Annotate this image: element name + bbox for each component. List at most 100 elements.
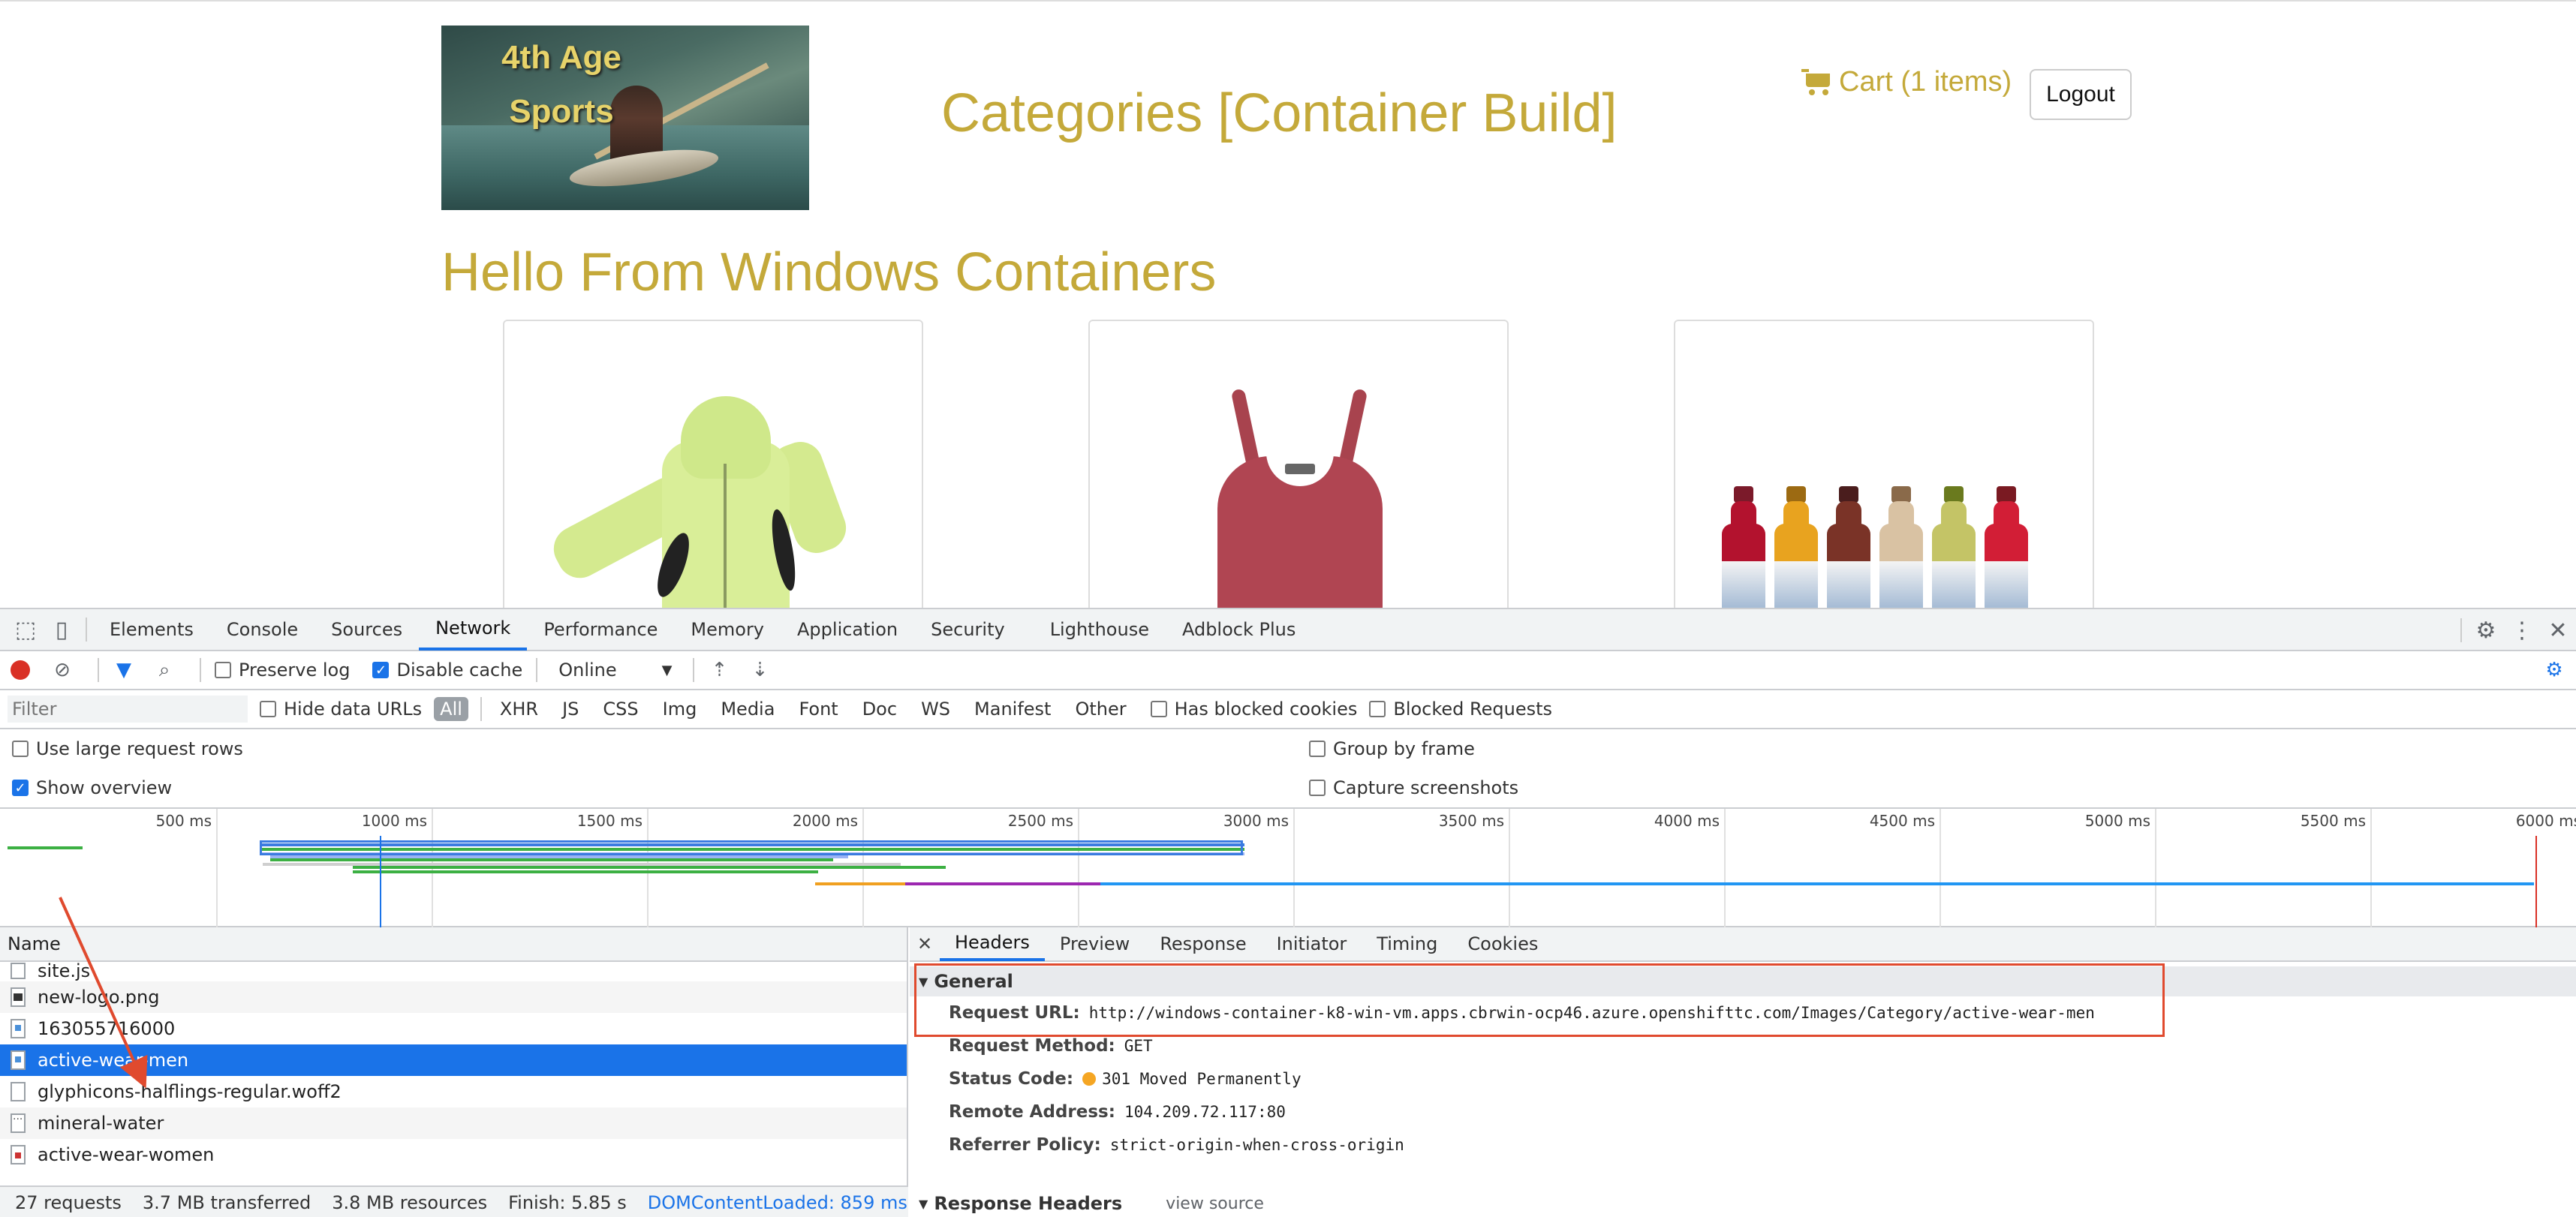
request-row[interactable]: site.js [0, 960, 907, 981]
checkbox-checked-icon: ✓ [12, 780, 29, 796]
request-method-label: Request Method: [949, 1036, 1115, 1056]
disable-cache-label: Disable cache [396, 660, 523, 681]
type-filter-doc[interactable]: Doc [856, 697, 903, 721]
type-filter-manifest[interactable]: Manifest [968, 697, 1057, 721]
tab-performance[interactable]: Performance [527, 609, 674, 651]
close-devtools-icon[interactable]: ✕ [2540, 609, 2576, 651]
general-section-header[interactable]: ▼ General [910, 966, 2576, 996]
more-options-icon[interactable]: ⋮ [2504, 609, 2540, 651]
category-card-active-wear-women[interactable] [1088, 320, 1509, 608]
import-har-icon[interactable]: ⇡ [708, 659, 730, 681]
type-filter-other[interactable]: Other [1069, 697, 1132, 721]
show-overview-label: Show overview [36, 777, 173, 798]
search-icon[interactable]: ⌕ [153, 659, 176, 681]
hide-data-urls-checkbox[interactable]: Hide data URLs [260, 699, 422, 720]
type-filter-css[interactable]: CSS [597, 697, 644, 721]
timeline-tick-label: 2000 ms [792, 812, 858, 830]
network-overview-timeline[interactable]: 500 ms 1000 ms 1500 ms 2000 ms 2500 ms 3000 m… [0, 807, 2576, 929]
blocked-requests-checkbox[interactable]: Blocked Requests [1369, 699, 1552, 720]
tab-console[interactable]: Console [210, 609, 314, 651]
clear-icon[interactable]: ⊘ [51, 659, 74, 681]
cart-label: Cart (1 items) [1839, 66, 2012, 98]
logo-text-line1: 4th Age [501, 39, 621, 76]
logo-text-line2: Sports [509, 93, 614, 130]
status-code-row: Status Code: 301 Moved Permanently [910, 1062, 2576, 1095]
filter-icon[interactable]: ▼ [113, 659, 135, 681]
request-method-row: Request Method: GET [910, 1029, 2576, 1062]
request-name: active-wear-men [38, 1050, 189, 1071]
tab-headers[interactable]: Headers [940, 927, 1045, 961]
tab-security[interactable]: Security [914, 609, 1022, 651]
tab-cookies[interactable]: Cookies [1452, 927, 1553, 961]
type-filter-ws[interactable]: WS [915, 697, 956, 721]
devtools-tab-bar: ⬚ ▯ Elements Console Sources Network Per… [0, 609, 2576, 651]
category-card-active-wear-men[interactable] [503, 320, 923, 608]
devtools-right-controls: ⚙ ⋮ ✕ [2454, 609, 2576, 651]
request-row[interactable]: mineral-water [0, 1107, 907, 1139]
checkbox-unchecked-icon [1309, 741, 1326, 757]
tab-preview[interactable]: Preview [1045, 927, 1145, 961]
timeline-tick-label: 4500 ms [1869, 812, 1935, 830]
request-row[interactable]: active-wear-women [0, 1139, 907, 1170]
request-row-selected[interactable]: active-wear-men [0, 1044, 907, 1076]
filter-input[interactable] [8, 696, 248, 723]
tab-timing[interactable]: Timing [1362, 927, 1452, 961]
tab-lighthouse[interactable]: Lighthouse [1034, 609, 1166, 651]
view-source-link[interactable]: view source [1166, 1194, 1264, 1213]
tab-response[interactable]: Response [1145, 927, 1261, 961]
large-rows-checkbox[interactable]: Use large request rows [12, 738, 243, 759]
settings-gear-icon[interactable]: ⚙ [2468, 609, 2504, 651]
triangle-down-icon: ▼ [919, 974, 928, 989]
finish-time: Finish: 5.85 s [508, 1192, 627, 1213]
device-toolbar-icon[interactable]: ▯ [44, 609, 80, 651]
image-icon [11, 987, 26, 1007]
network-settings-gear-icon[interactable]: ⚙ [2543, 659, 2565, 681]
timeline-gridline [2370, 809, 2372, 929]
capture-screenshots-checkbox[interactable]: Capture screenshots [1309, 777, 1518, 798]
category-card-mineral-water[interactable] [1674, 320, 2094, 608]
type-filter-media[interactable]: Media [715, 697, 781, 721]
tab-memory[interactable]: Memory [674, 609, 781, 651]
checkbox-unchecked-icon [1369, 701, 1386, 717]
tab-network[interactable]: Network [419, 609, 528, 651]
inspect-element-icon[interactable]: ⬚ [8, 609, 44, 651]
show-overview-checkbox[interactable]: ✓ Show overview [12, 777, 172, 798]
request-name: mineral-water [38, 1113, 164, 1134]
has-blocked-cookies-checkbox[interactable]: Has blocked cookies [1150, 699, 1357, 720]
request-row[interactable]: 163055716000 [0, 1013, 907, 1044]
close-detail-icon[interactable]: ✕ [910, 933, 940, 954]
page-title: Categories [Container Build] [941, 83, 1618, 143]
preserve-log-checkbox[interactable]: Preserve log [215, 660, 350, 681]
tab-initiator[interactable]: Initiator [1262, 927, 1362, 961]
timeline-tick-label: 3000 ms [1223, 812, 1289, 830]
name-column-header[interactable]: Name [0, 927, 907, 962]
site-logo[interactable]: 4th Age Sports [441, 26, 809, 210]
bottles-image [1720, 486, 2051, 608]
tab-sources[interactable]: Sources [314, 609, 419, 651]
type-filter-all[interactable]: All [434, 697, 468, 721]
preserve-log-label: Preserve log [239, 660, 351, 681]
request-url-row: Request URL: http://windows-container-k8… [910, 996, 2576, 1029]
response-headers-section-header[interactable]: ▼ Response Headers view source [910, 1188, 2576, 1217]
type-filter-img[interactable]: Img [657, 697, 703, 721]
disable-cache-checkbox[interactable]: ✓ Disable cache [372, 660, 522, 681]
cart-link[interactable]: Cart (1 items) [1801, 66, 2012, 98]
transferred-size: 3.7 MB transferred [142, 1192, 311, 1213]
type-filter-xhr[interactable]: XHR [494, 697, 544, 721]
timeline-selection-frame [260, 840, 1243, 855]
export-har-icon[interactable]: ⇣ [748, 659, 771, 681]
throttling-select[interactable]: Online ▼ [551, 660, 679, 681]
cart-icon [1801, 68, 1831, 96]
type-filter-font[interactable]: Font [793, 697, 844, 721]
request-row[interactable]: glyphicons-halflings-regular.woff2 [0, 1076, 907, 1107]
group-by-frame-checkbox[interactable]: Group by frame [1309, 738, 1475, 759]
logout-button[interactable]: Logout [2030, 69, 2132, 120]
type-filter-js[interactable]: JS [556, 697, 585, 721]
tab-elements[interactable]: Elements [93, 609, 210, 651]
record-icon[interactable] [11, 660, 30, 680]
tab-adblock-plus[interactable]: Adblock Plus [1166, 609, 1312, 651]
checkbox-checked-icon: ✓ [372, 662, 390, 678]
tab-application[interactable]: Application [781, 609, 914, 651]
request-row[interactable]: new-logo.png [0, 981, 907, 1013]
resources-size: 3.8 MB resources [332, 1192, 488, 1213]
